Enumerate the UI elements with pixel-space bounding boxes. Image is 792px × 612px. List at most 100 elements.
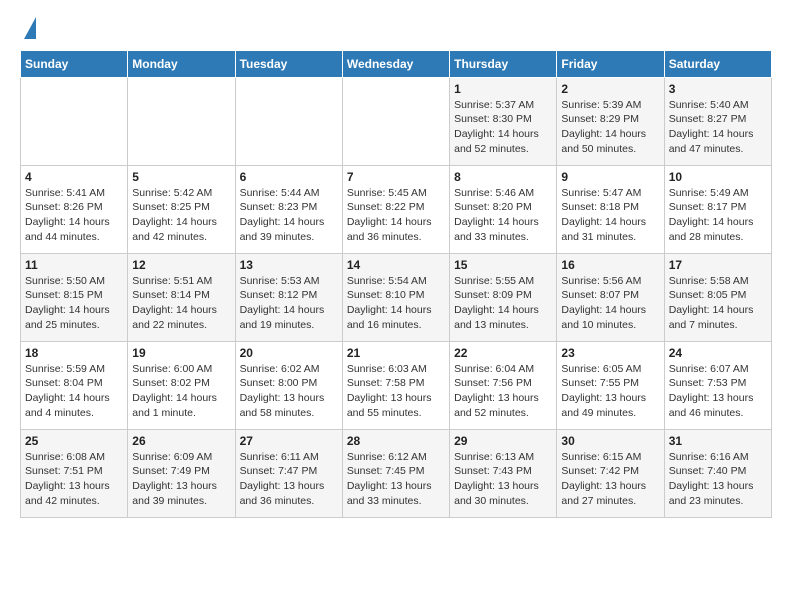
- day-number: 17: [669, 258, 767, 272]
- day-info: Sunrise: 5:56 AM Sunset: 8:07 PM Dayligh…: [561, 274, 659, 333]
- calendar-cell: [128, 77, 235, 165]
- calendar-cell: 2 Sunrise: 5:39 AM Sunset: 8:29 PM Daylig…: [557, 77, 664, 165]
- day-info: Sunrise: 5:50 AM Sunset: 8:15 PM Dayligh…: [25, 274, 123, 333]
- day-number: 13: [240, 258, 338, 272]
- day-info: Sunrise: 6:09 AM Sunset: 7:49 PM Dayligh…: [132, 450, 230, 509]
- day-info: Sunrise: 5:37 AM Sunset: 8:30 PM Dayligh…: [454, 98, 552, 157]
- day-info: Sunrise: 6:11 AM Sunset: 7:47 PM Dayligh…: [240, 450, 338, 509]
- day-number: 1: [454, 82, 552, 96]
- calendar-cell: 26 Sunrise: 6:09 AM Sunset: 7:49 PM Dayli…: [128, 429, 235, 517]
- column-header-friday: Friday: [557, 50, 664, 77]
- calendar-cell: 18 Sunrise: 5:59 AM Sunset: 8:04 PM Dayli…: [21, 341, 128, 429]
- day-number: 27: [240, 434, 338, 448]
- day-number: 19: [132, 346, 230, 360]
- calendar-cell: 7Sunrise: 5:45 AM Sunset: 8:22 PM Daylig…: [342, 165, 449, 253]
- day-number: 10: [669, 170, 767, 184]
- page-header: [20, 20, 772, 40]
- day-number: 18: [25, 346, 123, 360]
- day-info: Sunrise: 5:53 AM Sunset: 8:12 PM Dayligh…: [240, 274, 338, 333]
- calendar-header-row: SundayMondayTuesdayWednesdayThursdayFrid…: [21, 50, 772, 77]
- day-info: Sunrise: 6:04 AM Sunset: 7:56 PM Dayligh…: [454, 362, 552, 421]
- day-number: 12: [132, 258, 230, 272]
- day-info: Sunrise: 5:45 AM Sunset: 8:22 PM Dayligh…: [347, 186, 445, 245]
- day-info: Sunrise: 5:39 AM Sunset: 8:29 PM Dayligh…: [561, 98, 659, 157]
- calendar-cell: 14 Sunrise: 5:54 AM Sunset: 8:10 PM Dayli…: [342, 253, 449, 341]
- calendar-cell: 25Sunrise: 6:08 AM Sunset: 7:51 PM Dayli…: [21, 429, 128, 517]
- calendar-cell: 19 Sunrise: 6:00 AM Sunset: 8:02 PM Dayli…: [128, 341, 235, 429]
- calendar-cell: 6 Sunrise: 5:44 AM Sunset: 8:23 PM Daylig…: [235, 165, 342, 253]
- calendar-cell: 9 Sunrise: 5:47 AM Sunset: 8:18 PM Daylig…: [557, 165, 664, 253]
- day-info: Sunrise: 6:03 AM Sunset: 7:58 PM Dayligh…: [347, 362, 445, 421]
- calendar-cell: 4Sunrise: 5:41 AM Sunset: 8:26 PM Daylig…: [21, 165, 128, 253]
- calendar-cell: 11 Sunrise: 5:50 AM Sunset: 8:15 PM Dayli…: [21, 253, 128, 341]
- calendar-week-row: 25Sunrise: 6:08 AM Sunset: 7:51 PM Dayli…: [21, 429, 772, 517]
- calendar-cell: 28 Sunrise: 6:12 AM Sunset: 7:45 PM Dayli…: [342, 429, 449, 517]
- day-info: Sunrise: 5:55 AM Sunset: 8:09 PM Dayligh…: [454, 274, 552, 333]
- calendar-cell: 23 Sunrise: 6:05 AM Sunset: 7:55 PM Dayli…: [557, 341, 664, 429]
- day-info: Sunrise: 5:59 AM Sunset: 8:04 PM Dayligh…: [25, 362, 123, 421]
- calendar-week-row: 18 Sunrise: 5:59 AM Sunset: 8:04 PM Dayli…: [21, 341, 772, 429]
- day-number: 11: [25, 258, 123, 272]
- day-info: Sunrise: 5:41 AM Sunset: 8:26 PM Dayligh…: [25, 186, 123, 245]
- column-header-sunday: Sunday: [21, 50, 128, 77]
- day-info: Sunrise: 6:12 AM Sunset: 7:45 PM Dayligh…: [347, 450, 445, 509]
- day-info: Sunrise: 6:02 AM Sunset: 8:00 PM Dayligh…: [240, 362, 338, 421]
- calendar-cell: 10Sunrise: 5:49 AM Sunset: 8:17 PM Dayli…: [664, 165, 771, 253]
- calendar-cell: 30 Sunrise: 6:15 AM Sunset: 7:42 PM Dayli…: [557, 429, 664, 517]
- day-info: Sunrise: 5:47 AM Sunset: 8:18 PM Dayligh…: [561, 186, 659, 245]
- calendar-cell: 24Sunrise: 6:07 AM Sunset: 7:53 PM Dayli…: [664, 341, 771, 429]
- calendar-cell: 8Sunrise: 5:46 AM Sunset: 8:20 PM Daylig…: [450, 165, 557, 253]
- day-info: Sunrise: 6:08 AM Sunset: 7:51 PM Dayligh…: [25, 450, 123, 509]
- day-number: 15: [454, 258, 552, 272]
- day-number: 2: [561, 82, 659, 96]
- day-number: 9: [561, 170, 659, 184]
- column-header-tuesday: Tuesday: [235, 50, 342, 77]
- calendar-cell: 20 Sunrise: 6:02 AM Sunset: 8:00 PM Dayli…: [235, 341, 342, 429]
- day-info: Sunrise: 5:51 AM Sunset: 8:14 PM Dayligh…: [132, 274, 230, 333]
- calendar-cell: 16 Sunrise: 5:56 AM Sunset: 8:07 PM Dayli…: [557, 253, 664, 341]
- day-info: Sunrise: 5:40 AM Sunset: 8:27 PM Dayligh…: [669, 98, 767, 157]
- calendar-week-row: 11 Sunrise: 5:50 AM Sunset: 8:15 PM Dayli…: [21, 253, 772, 341]
- day-info: Sunrise: 6:05 AM Sunset: 7:55 PM Dayligh…: [561, 362, 659, 421]
- day-number: 30: [561, 434, 659, 448]
- calendar-cell: 31Sunrise: 6:16 AM Sunset: 7:40 PM Dayli…: [664, 429, 771, 517]
- calendar-cell: [235, 77, 342, 165]
- calendar-cell: 5 Sunrise: 5:42 AM Sunset: 8:25 PM Daylig…: [128, 165, 235, 253]
- day-number: 29: [454, 434, 552, 448]
- day-number: 14: [347, 258, 445, 272]
- column-header-thursday: Thursday: [450, 50, 557, 77]
- day-number: 31: [669, 434, 767, 448]
- logo-triangle-icon: [24, 17, 36, 39]
- logo: [20, 20, 36, 40]
- calendar-cell: [342, 77, 449, 165]
- calendar-cell: [21, 77, 128, 165]
- day-info: Sunrise: 5:58 AM Sunset: 8:05 PM Dayligh…: [669, 274, 767, 333]
- day-info: Sunrise: 6:15 AM Sunset: 7:42 PM Dayligh…: [561, 450, 659, 509]
- day-number: 5: [132, 170, 230, 184]
- calendar-cell: 27 Sunrise: 6:11 AM Sunset: 7:47 PM Dayli…: [235, 429, 342, 517]
- day-info: Sunrise: 5:54 AM Sunset: 8:10 PM Dayligh…: [347, 274, 445, 333]
- day-number: 16: [561, 258, 659, 272]
- column-header-saturday: Saturday: [664, 50, 771, 77]
- calendar-cell: 3 Sunrise: 5:40 AM Sunset: 8:27 PM Daylig…: [664, 77, 771, 165]
- day-info: Sunrise: 5:44 AM Sunset: 8:23 PM Dayligh…: [240, 186, 338, 245]
- day-number: 20: [240, 346, 338, 360]
- calendar-cell: 13 Sunrise: 5:53 AM Sunset: 8:12 PM Dayli…: [235, 253, 342, 341]
- column-header-wednesday: Wednesday: [342, 50, 449, 77]
- day-number: 22: [454, 346, 552, 360]
- day-info: Sunrise: 5:46 AM Sunset: 8:20 PM Dayligh…: [454, 186, 552, 245]
- day-number: 21: [347, 346, 445, 360]
- calendar-cell: 29Sunrise: 6:13 AM Sunset: 7:43 PM Dayli…: [450, 429, 557, 517]
- column-header-monday: Monday: [128, 50, 235, 77]
- day-info: Sunrise: 6:00 AM Sunset: 8:02 PM Dayligh…: [132, 362, 230, 421]
- calendar-cell: 12 Sunrise: 5:51 AM Sunset: 8:14 PM Dayli…: [128, 253, 235, 341]
- calendar-cell: 17 Sunrise: 5:58 AM Sunset: 8:05 PM Dayli…: [664, 253, 771, 341]
- calendar-week-row: 4Sunrise: 5:41 AM Sunset: 8:26 PM Daylig…: [21, 165, 772, 253]
- day-number: 6: [240, 170, 338, 184]
- day-info: Sunrise: 6:07 AM Sunset: 7:53 PM Dayligh…: [669, 362, 767, 421]
- day-number: 26: [132, 434, 230, 448]
- day-number: 28: [347, 434, 445, 448]
- day-number: 23: [561, 346, 659, 360]
- day-number: 3: [669, 82, 767, 96]
- day-info: Sunrise: 5:42 AM Sunset: 8:25 PM Dayligh…: [132, 186, 230, 245]
